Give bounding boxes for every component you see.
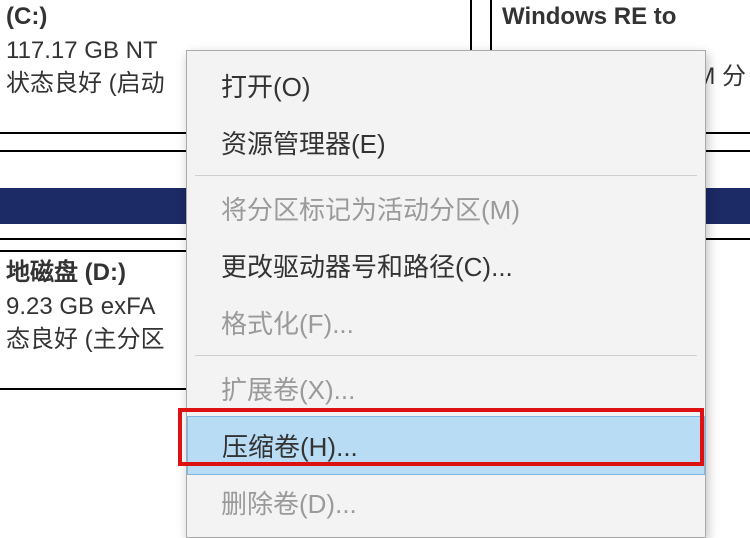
menu-change-letter[interactable]: 更改驱动器号和路径(C)...: [187, 237, 705, 294]
menu-format: 格式化(F)...: [187, 294, 705, 351]
menu-explorer[interactable]: 资源管理器(E): [187, 114, 705, 171]
menu-shrink[interactable]: 压缩卷(H)...: [187, 416, 705, 475]
menu-open[interactable]: 打开(O): [187, 57, 705, 114]
drive-title: (C:): [6, 0, 460, 34]
drive-title: Windows RE to: [502, 0, 748, 34]
menu-separator: [195, 175, 697, 176]
menu-mark-active: 将分区标记为活动分区(M): [187, 180, 705, 237]
menu-separator: [195, 355, 697, 356]
menu-delete: 删除卷(D)...: [187, 474, 705, 531]
context-menu: 打开(O) 资源管理器(E) 将分区标记为活动分区(M) 更改驱动器号和路径(C…: [186, 50, 706, 538]
menu-extend: 扩展卷(X)...: [187, 360, 705, 417]
